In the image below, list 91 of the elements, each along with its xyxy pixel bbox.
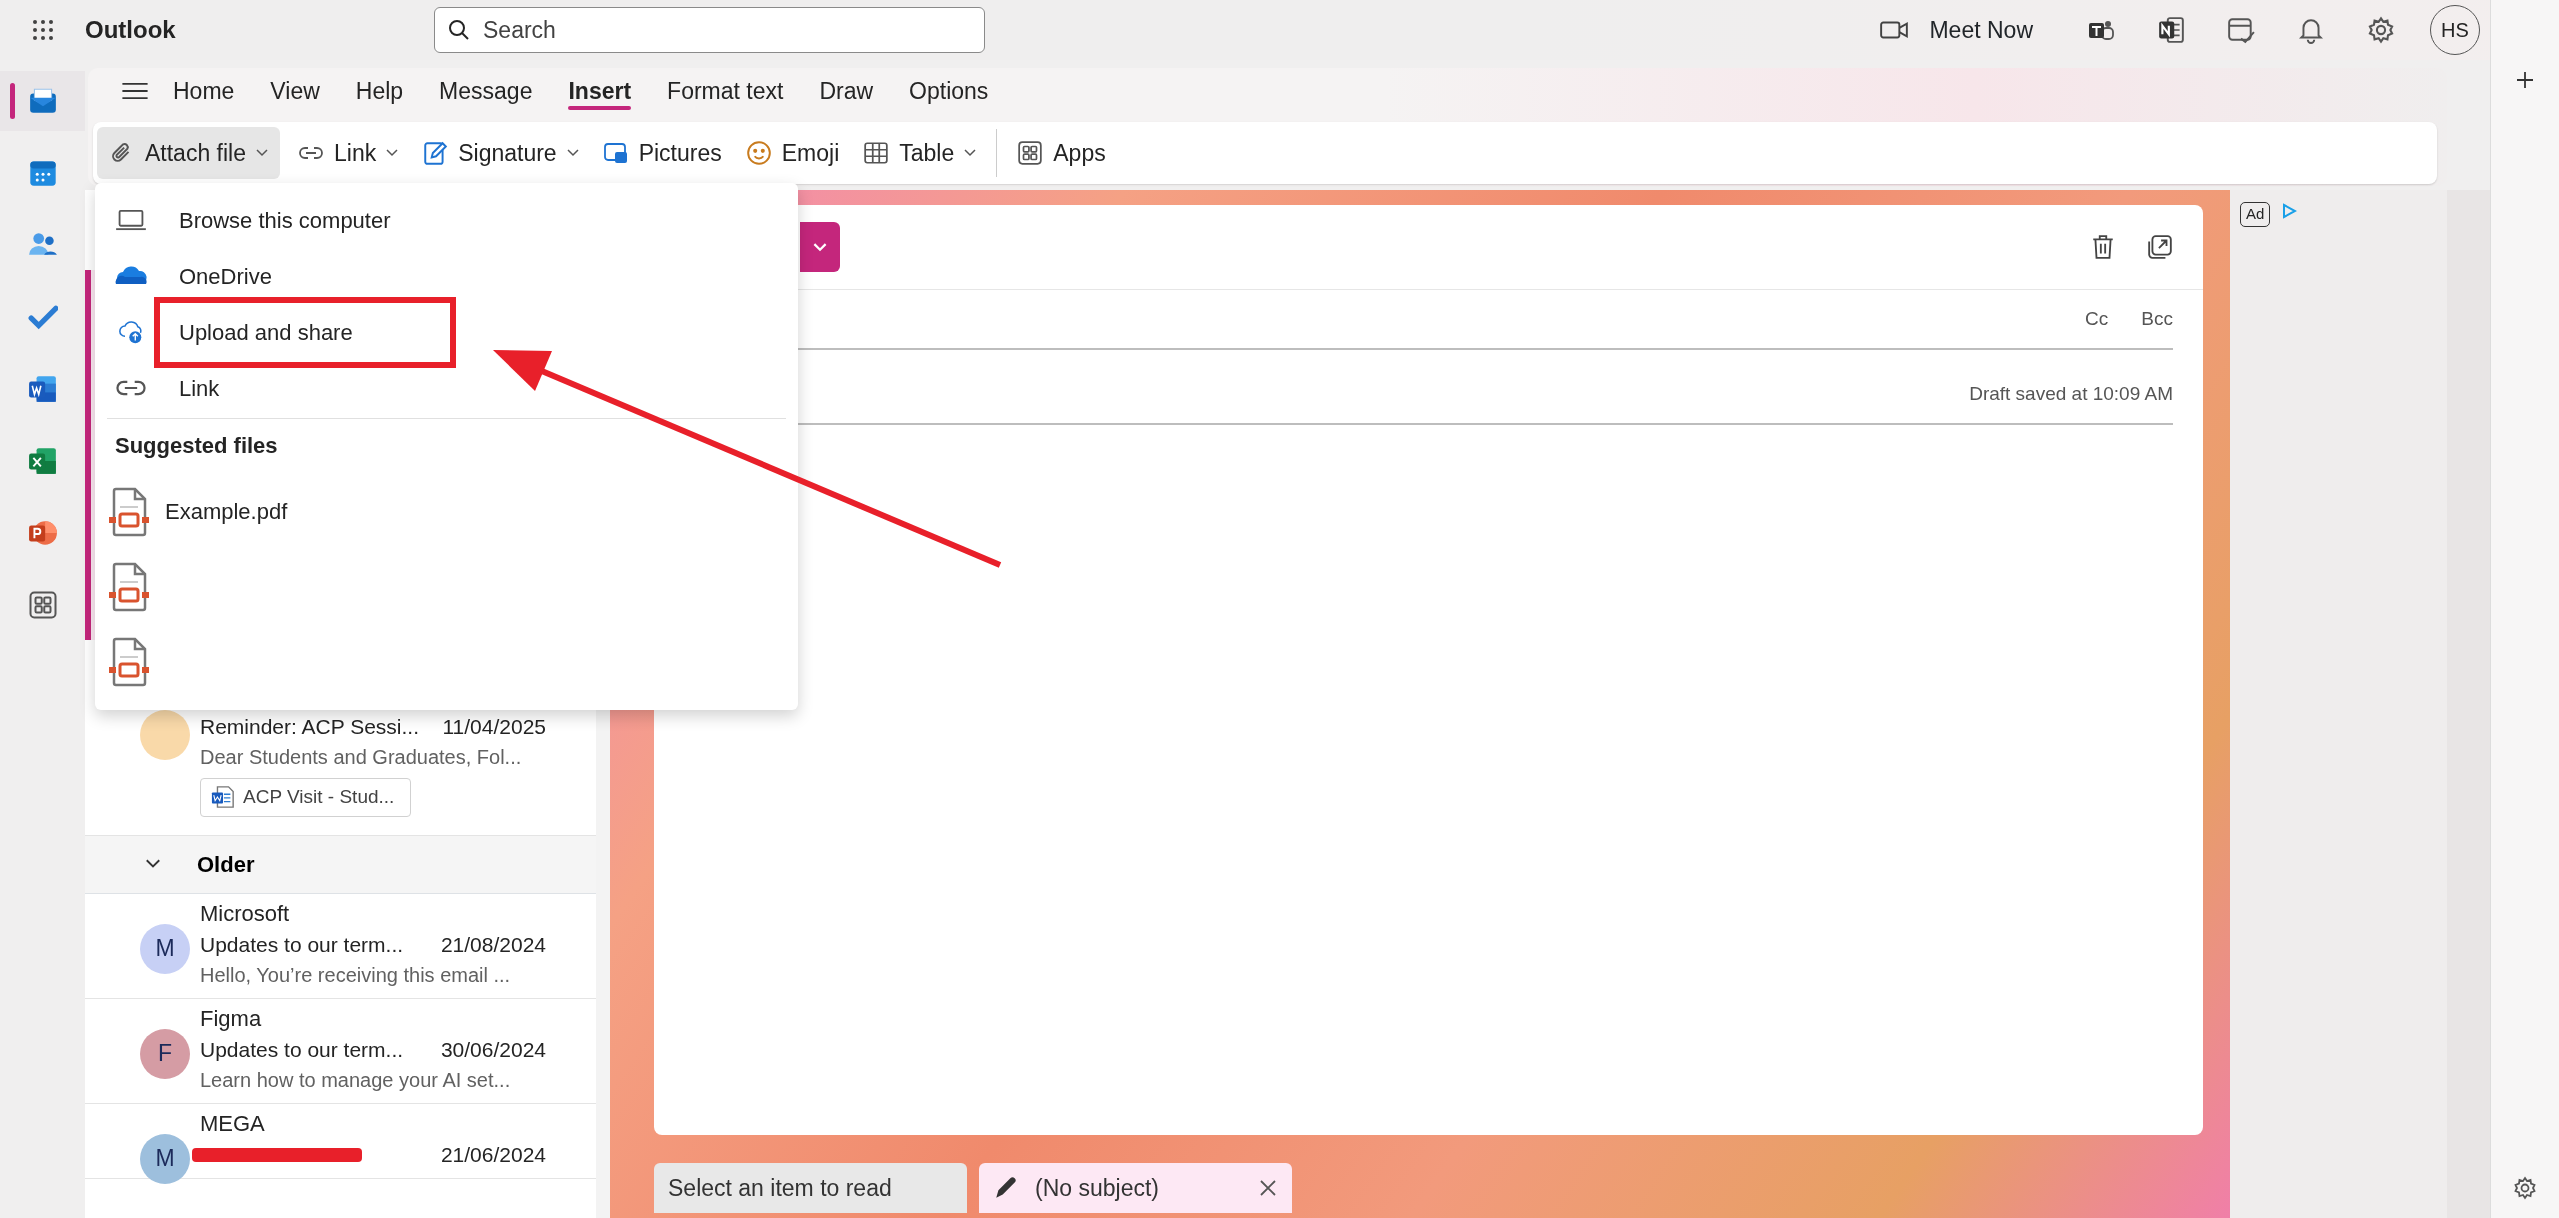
selection-indicator <box>10 83 15 119</box>
pencil-icon <box>993 1175 1019 1201</box>
presentation-icon <box>27 518 58 548</box>
app-title: Outlook <box>85 16 176 43</box>
sender-name: MEGA <box>200 1109 266 1138</box>
add-icon[interactable] <box>2515 70 2535 90</box>
attach-file-button[interactable]: Attach file <box>97 127 280 179</box>
notebook-icon[interactable] <box>2157 16 2185 44</box>
word-document-icon <box>27 374 58 404</box>
bell-icon[interactable] <box>2297 16 2325 44</box>
smiley-icon <box>745 140 772 166</box>
settings-icon[interactable] <box>2367 16 2395 44</box>
video-camera-icon <box>1879 19 1910 41</box>
search-field[interactable]: Search <box>434 7 985 53</box>
message-subject: Reminder: ACP Sessi... <box>200 714 420 740</box>
ribbon-tab[interactable]: Home <box>155 68 253 114</box>
ribbon-tab[interactable]: Insert <box>550 68 650 114</box>
message-date: 11/04/2025 <box>442 714 546 740</box>
ribbon-tab[interactable]: Message <box>421 68 551 114</box>
suggested-file[interactable]: Example.pdf <box>95 474 798 549</box>
caret-icon <box>566 149 579 157</box>
menu-item[interactable]: Upload and share <box>95 304 798 360</box>
close-icon[interactable] <box>1258 1178 1278 1198</box>
pop-out-icon[interactable] <box>2147 234 2173 260</box>
apps-grid-icon <box>27 590 58 620</box>
caret-icon <box>964 149 977 157</box>
menu-item[interactable]: OneDrive <box>95 248 798 304</box>
ribbon-tab[interactable]: Help <box>337 68 422 114</box>
avatar: M <box>140 923 190 974</box>
ad-label: Ad <box>2240 202 2271 227</box>
spreadsheet-icon <box>27 446 58 476</box>
group-header[interactable]: Older <box>85 835 596 894</box>
signature-icon <box>422 140 449 166</box>
message-date: 30/06/2024 <box>440 1036 546 1063</box>
emoji-button[interactable]: Emoji <box>733 127 852 179</box>
message-preview: Dear Students and Graduates, Fol... <box>200 745 523 770</box>
app-launcher-icon[interactable] <box>30 18 55 42</box>
message-subject: Updates to our term... <box>200 931 404 958</box>
apps-button[interactable]: Apps <box>1005 127 1118 179</box>
message-item[interactable]: M Microsoft Updates to our term... 21/08/2024 Hello, You’re receiving this email ... <box>85 893 596 999</box>
cc-button[interactable]: Cc <box>2085 304 2109 334</box>
message-item[interactable]: F Figma Updates to our term... 30/06/2024 Learn how to manage your AI set... <box>85 998 596 1104</box>
link-button[interactable]: Link <box>286 127 411 179</box>
menu-icon[interactable] <box>121 82 149 100</box>
signature-button[interactable]: Signature <box>410 127 591 179</box>
caret-icon <box>256 149 268 157</box>
caret-icon <box>386 149 399 157</box>
ribbon-tab[interactable]: Format text <box>649 68 802 114</box>
mail-icon <box>27 86 58 116</box>
chevron-down-icon <box>145 859 161 869</box>
bcc-button[interactable]: Bcc <box>2141 304 2173 334</box>
settings-icon[interactable] <box>2513 1176 2537 1200</box>
ribbon-tab[interactable]: Draw <box>801 68 892 114</box>
picture-icon <box>602 140 629 166</box>
profile-avatar[interactable]: HS <box>2430 5 2480 55</box>
send-options-button[interactable] <box>800 222 840 272</box>
menu-item[interactable]: Link <box>95 360 798 416</box>
reading-pane-tab[interactable]: Select an item to read <box>654 1163 967 1213</box>
avatar: F <box>140 1028 190 1079</box>
table-icon <box>863 140 890 166</box>
pdf-file-icon <box>107 561 151 612</box>
pdf-file-icon <box>107 636 151 687</box>
message-subject: Updates to our term... <box>200 1036 404 1063</box>
calendar-check-icon[interactable] <box>2227 16 2255 44</box>
message-preview: Learn how to manage your AI set... <box>200 1067 512 1093</box>
sender-name: Microsoft <box>200 899 291 928</box>
draft-tab[interactable]: (No subject) <box>979 1163 1292 1213</box>
menu-item[interactable]: Browse this computer <box>95 192 798 248</box>
word-document-icon <box>211 785 235 810</box>
message-preview: Hello, You’re receiving this email ... <box>200 962 512 988</box>
chevron-down-icon <box>813 242 827 252</box>
meet-now-button[interactable]: Meet Now <box>1929 12 2033 48</box>
table-button[interactable]: Table <box>851 127 989 179</box>
message-item[interactable]: M MEGA 21/06/2024 <box>85 1103 596 1179</box>
draft-status: Draft saved at 10:09 AM <box>1969 381 2173 406</box>
avatar: M <box>140 1133 190 1184</box>
attachment-chip[interactable]: ACP Visit - Stud... <box>200 778 412 817</box>
calendar-icon <box>27 158 58 188</box>
mail-app-button[interactable] <box>0 71 85 131</box>
laptop-icon <box>115 208 147 232</box>
pictures-button[interactable]: Pictures <box>590 127 734 179</box>
pdf-file-icon <box>107 486 151 537</box>
section-heading: Suggested files <box>115 433 278 458</box>
sender-name: Figma <box>200 1004 263 1033</box>
message-date: 21/06/2024 <box>440 1141 546 1168</box>
ribbon-tab[interactable]: View <box>252 68 338 114</box>
ribbon-tab[interactable]: Options <box>891 68 1007 114</box>
search-icon <box>447 18 471 42</box>
apps-grid-icon <box>1017 140 1044 166</box>
delete-icon[interactable] <box>2091 234 2115 260</box>
message-date: 21/08/2024 <box>440 931 546 958</box>
